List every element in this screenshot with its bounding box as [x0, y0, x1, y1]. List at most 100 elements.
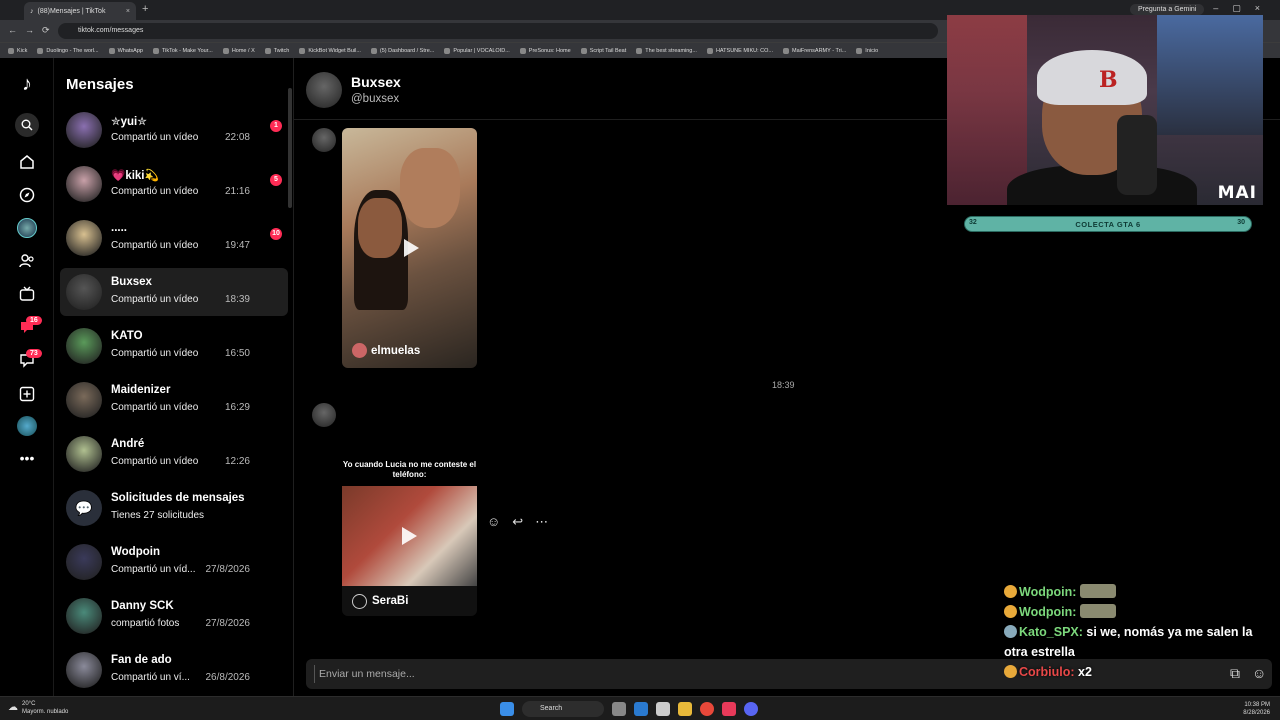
- explore-icon[interactable]: [17, 185, 37, 205]
- bookmark-item[interactable]: Duolingo - The worl...: [37, 47, 99, 54]
- chat-line: Wodpoin:: [1004, 602, 1254, 622]
- bookmark-item[interactable]: HATSUNE MIKU: CO...: [706, 47, 773, 54]
- bookmark-label: MaiFrensARMY - Tri...: [792, 47, 847, 54]
- bookmark-item[interactable]: Home / X: [222, 47, 255, 54]
- emoji-icon[interactable]: ☺: [1252, 665, 1266, 681]
- chat-avatar[interactable]: [306, 72, 342, 108]
- music-app-icon[interactable]: [722, 702, 736, 716]
- conversation-item[interactable]: ..... Compartió un vídeo 19:47 10: [60, 214, 288, 262]
- goal-label: COLECTA GTA 6: [1075, 220, 1141, 229]
- weather-widget[interactable]: ☁ 20°C Mayorm. nublado: [8, 700, 68, 716]
- chat-handle[interactable]: @buxsex: [351, 93, 399, 105]
- play-icon[interactable]: [404, 239, 419, 257]
- tiktok-favicon-icon: ♪: [30, 7, 34, 15]
- bookmark-item[interactable]: MaiFrensARMY - Tri...: [783, 47, 847, 54]
- conversation-item[interactable]: Wodpoin Compartió un víd... 27/8/2026: [60, 538, 288, 586]
- video-creator[interactable]: elmuelas: [352, 343, 420, 358]
- conversation-time: 16:29: [224, 402, 250, 413]
- live-icon[interactable]: [17, 284, 37, 304]
- window-controls[interactable]: –▢×: [1213, 3, 1274, 14]
- upload-icon[interactable]: [17, 384, 37, 404]
- tab-title: (88)Mensajes | TikTok: [37, 7, 106, 15]
- conversation-item[interactable]: 💗kiki💫 Compartió un vídeo 21:16 5: [60, 160, 288, 208]
- profile-avatar[interactable]: [17, 218, 37, 238]
- chrome-icon[interactable]: [700, 702, 714, 716]
- gemini-button[interactable]: Pregunta a Gemini: [1130, 4, 1205, 15]
- messages-badge: 73: [26, 349, 42, 358]
- video-creator-name: elmuelas: [371, 344, 421, 357]
- search-icon[interactable]: [15, 113, 39, 137]
- video-thumbnail: [342, 486, 477, 586]
- discord-icon[interactable]: [744, 702, 758, 716]
- conversation-item[interactable]: Maidenizer Compartió un vídeo 16:29: [60, 376, 288, 424]
- bookmark-item[interactable]: Script Tail Beat: [580, 47, 626, 54]
- close-tab-icon[interactable]: ×: [126, 8, 130, 15]
- chat-name[interactable]: Buxsex: [351, 74, 401, 90]
- weather-temp: 20°C: [22, 701, 36, 707]
- nav-buttons[interactable]: ←→⟳: [8, 25, 58, 36]
- conversation-item[interactable]: Fan de ado Compartió un ví... 26/8/2026: [60, 646, 288, 694]
- conversation-name: Fan de ado: [111, 654, 172, 666]
- browser-tab[interactable]: ♪ (88)Mensajes | TikTok ×: [24, 2, 136, 20]
- conversation-item[interactable]: ✮yui✮ Compartió un vídeo 22:08 1: [60, 106, 288, 154]
- conversation-item[interactable]: Danny SCK compartió fotos 27/8/2026: [60, 592, 288, 640]
- bookmark-item[interactable]: The best streaming...: [636, 47, 697, 54]
- conversation-item[interactable]: Buxsex Compartió un vídeo 18:39: [60, 268, 288, 316]
- bookmark-item[interactable]: PreSonus: Home: [519, 47, 571, 54]
- url-input[interactable]: tiktok.com/messages: [58, 23, 938, 39]
- conversation-item[interactable]: 💬 Solicitudes de mensajes Tienes 27 solici…: [60, 484, 288, 532]
- conversation-avatar: [66, 598, 102, 634]
- react-emoji-icon[interactable]: ☺: [487, 514, 500, 530]
- creator-avatar[interactable]: [17, 416, 37, 436]
- home-icon[interactable]: [17, 152, 37, 172]
- shared-video-card[interactable]: elmuelas: [342, 128, 477, 368]
- bookmark-item[interactable]: KickBot Widget Buil...: [299, 47, 361, 54]
- conversation-list-scrollbar[interactable]: [288, 88, 292, 208]
- play-icon[interactable]: [402, 527, 417, 545]
- bookmark-item[interactable]: Popular | VOCALOID...: [444, 47, 510, 54]
- system-clock[interactable]: 10:38 PM 8/28/2026: [1243, 701, 1270, 717]
- more-icon[interactable]: •••: [17, 448, 37, 468]
- conversation-preview: Compartió un vídeo: [111, 294, 199, 305]
- conversation-time: 12:26: [224, 456, 250, 467]
- video-creator-name: SeraBi: [372, 595, 409, 607]
- tiktok-logo-icon[interactable]: ♪: [17, 73, 37, 95]
- bookmark-favicon-icon: [37, 47, 44, 54]
- bookmark-item[interactable]: WhatsApp: [108, 47, 143, 54]
- sender-avatar[interactable]: [312, 403, 336, 427]
- conversation-name: Maidenizer: [111, 384, 171, 396]
- conversation-item[interactable]: KATO Compartió un vídeo 16:50: [60, 322, 288, 370]
- conversation-name: KATO: [111, 330, 143, 342]
- following-icon[interactable]: [17, 251, 37, 271]
- video-thumbnail-detail: [358, 198, 402, 258]
- badge-icon: [1004, 665, 1017, 678]
- video-creator[interactable]: SeraBi: [342, 586, 477, 616]
- bookmark-item[interactable]: TikTok - Make Your...: [152, 47, 213, 54]
- weather-desc: Mayorm. nublado: [22, 709, 69, 715]
- cloud-icon: ☁: [8, 702, 18, 713]
- bookmark-item[interactable]: Inicio: [856, 47, 878, 54]
- conversation-list: Mensajes ✮yui✮ Compartió un vídeo 22:08 1 💗k…: [54, 58, 294, 696]
- more-options-icon[interactable]: ⋯: [535, 514, 548, 530]
- edge-icon[interactable]: [634, 702, 648, 716]
- bookmark-item[interactable]: (5) Dashboard / Stre...: [370, 47, 434, 54]
- bookmark-favicon-icon: [519, 47, 526, 54]
- start-icon[interactable]: [500, 702, 514, 716]
- bookmark-favicon-icon: [299, 47, 306, 54]
- bookmark-item[interactable]: Kick: [8, 47, 27, 54]
- sender-avatar[interactable]: [312, 128, 336, 152]
- cap-logo: B: [1099, 67, 1118, 93]
- reply-icon[interactable]: ↩: [512, 514, 523, 530]
- conversation-name: Solicitudes de mensajes: [111, 492, 245, 504]
- shared-video-card[interactable]: Yo cuando Lucia no me conteste el teléfo…: [342, 460, 477, 640]
- conversation-name: André: [111, 438, 145, 450]
- taskbar-search[interactable]: Search: [522, 701, 604, 717]
- settings-icon[interactable]: [656, 702, 670, 716]
- webcam-tag: MAI: [1217, 183, 1257, 203]
- conversation-name: Buxsex: [111, 276, 152, 288]
- new-tab-icon[interactable]: +: [142, 3, 148, 15]
- task-view-icon[interactable]: [612, 702, 626, 716]
- file-explorer-icon[interactable]: [678, 702, 692, 716]
- bookmark-item[interactable]: Twitch: [264, 47, 289, 54]
- conversation-item[interactable]: André Compartió un vídeo 12:26: [60, 430, 288, 478]
